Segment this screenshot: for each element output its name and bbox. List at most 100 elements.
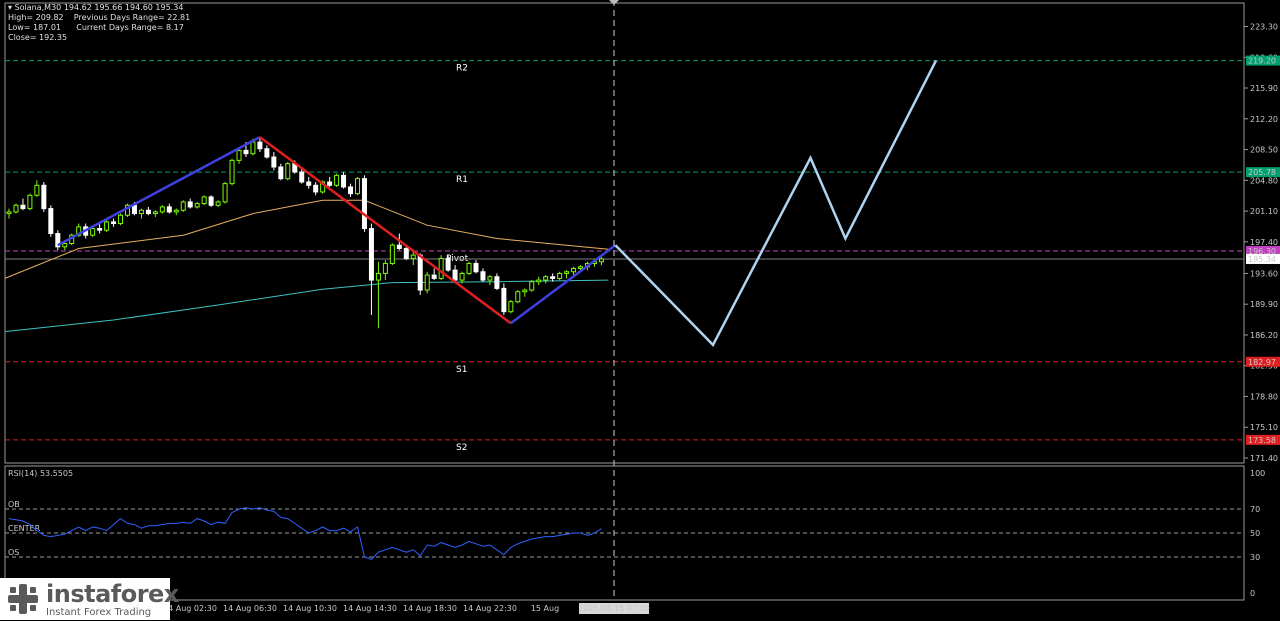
candle-body xyxy=(327,181,333,186)
price-axis-label: 178.80 xyxy=(1250,392,1278,401)
time-axis-label: 14 Aug 06:30 xyxy=(223,604,277,613)
price-axis-label: 171.40 xyxy=(1250,454,1278,463)
trend-line-up xyxy=(57,135,261,247)
candle-body xyxy=(145,209,151,215)
ohlc-values: 194.62 195.66 194.60 195.34 xyxy=(63,3,184,12)
candle-body xyxy=(361,178,367,230)
candle-body xyxy=(459,272,465,281)
candle-body xyxy=(410,254,416,259)
candle-body xyxy=(138,209,144,215)
rsi-axis-label: 0 xyxy=(1250,589,1255,598)
candle-body xyxy=(494,276,500,289)
candle-body xyxy=(389,244,395,264)
time-axis-label: 14 Aug 14:30 xyxy=(343,604,397,613)
candle-body xyxy=(480,271,486,281)
candle-body xyxy=(348,186,354,195)
rsi-axis-label: 50 xyxy=(1250,529,1260,538)
price-tag-label: 195.34 xyxy=(1248,255,1276,264)
prev-range-value: Previous Days Range= 22.81 xyxy=(73,13,191,22)
candle-body xyxy=(173,209,179,213)
candle-body xyxy=(243,149,249,155)
close-value: Close= 192.35 xyxy=(8,33,68,42)
candle-body xyxy=(501,287,507,313)
price-tag-label: 182.97 xyxy=(1248,358,1276,367)
candle-body xyxy=(515,291,521,303)
instaforex-logo: instaforex Instant Forex Trading xyxy=(0,578,179,620)
rsi-title: RSI(14) 53.5505 xyxy=(8,469,73,478)
candle-body xyxy=(306,181,312,186)
candle-body xyxy=(62,242,68,248)
candle-body xyxy=(229,159,235,185)
candle-body xyxy=(194,203,200,208)
chart-canvas: 223.30219.60215.90212.20208.50204.80201.… xyxy=(4,0,1280,614)
candle-body xyxy=(208,196,214,206)
candle-body xyxy=(571,267,577,273)
candle-body xyxy=(201,196,207,205)
candle-body xyxy=(131,204,137,215)
rsi-axis-label: 70 xyxy=(1250,505,1260,514)
candle-body xyxy=(257,141,263,150)
candle-body xyxy=(508,301,514,313)
candle-body xyxy=(111,221,117,225)
candle-body xyxy=(215,201,221,206)
candle-body xyxy=(278,166,284,180)
candle-body xyxy=(236,149,242,161)
candle-body xyxy=(557,272,563,279)
candle-body xyxy=(564,271,570,274)
level-label-r1: R1 xyxy=(456,175,468,185)
price-axis-label: 189.90 xyxy=(1250,300,1278,309)
candle-body xyxy=(180,201,186,211)
candle-body xyxy=(355,178,360,195)
candle-body xyxy=(578,266,584,269)
price-axis-label: 193.60 xyxy=(1250,269,1278,278)
rsi-axis-label: 30 xyxy=(1250,553,1260,562)
rsi-level-label-ob: OB xyxy=(8,500,20,509)
trend-line-down xyxy=(259,136,512,325)
rsi-level-label-os: OS xyxy=(8,548,19,557)
candle-body xyxy=(424,274,430,291)
candle-body xyxy=(536,279,542,283)
rsi-axis-label: 100 xyxy=(1250,469,1265,478)
candle-body xyxy=(27,194,33,210)
candle-body xyxy=(529,281,535,291)
price-axis-label: 204.80 xyxy=(1250,176,1278,185)
time-axis-label: 15 Aug xyxy=(531,604,559,613)
candle-body xyxy=(34,184,40,196)
ma-slow-line xyxy=(4,279,609,333)
current-range-value: Current Days Range= 8.17 xyxy=(76,23,184,32)
level-label-s1: S1 xyxy=(456,365,467,375)
price-axis-label: 215.90 xyxy=(1250,84,1278,93)
price-axis-label: 201.10 xyxy=(1250,207,1278,216)
candle-body xyxy=(285,163,291,180)
candle-body xyxy=(445,257,451,271)
candle-body xyxy=(13,204,19,213)
candle-body xyxy=(550,276,556,279)
rsi-line xyxy=(8,507,602,560)
candle-body xyxy=(487,276,493,281)
logo-brand: instaforex xyxy=(46,580,179,608)
candle-body xyxy=(48,208,54,235)
price-axis-label: 197.40 xyxy=(1250,238,1278,247)
candle-body xyxy=(299,171,305,183)
high-value: High= 209.82 xyxy=(8,13,64,22)
candle-body xyxy=(313,184,319,193)
candle-body xyxy=(396,244,402,249)
rsi-level-label-center: CENTER xyxy=(8,524,41,533)
candle-body xyxy=(473,262,479,273)
candle-body xyxy=(97,228,103,231)
candle-body xyxy=(341,174,347,188)
candle-body xyxy=(403,247,409,259)
candle-body xyxy=(466,262,472,274)
candle-body xyxy=(90,228,96,236)
time-axis-label: 14 Aug 22:30 xyxy=(463,604,517,613)
candle-body xyxy=(20,204,26,210)
price-tag-label: 219.20 xyxy=(1248,57,1276,66)
price-axis-label: 186.20 xyxy=(1250,331,1278,340)
level-label-s2: S2 xyxy=(456,443,467,453)
price-axis-label: 223.30 xyxy=(1250,23,1278,32)
candle-body xyxy=(159,206,165,213)
price-axis-label: 175.10 xyxy=(1250,423,1278,432)
candle-body xyxy=(187,201,193,208)
candle-body xyxy=(431,274,437,279)
candle-body xyxy=(166,206,172,213)
